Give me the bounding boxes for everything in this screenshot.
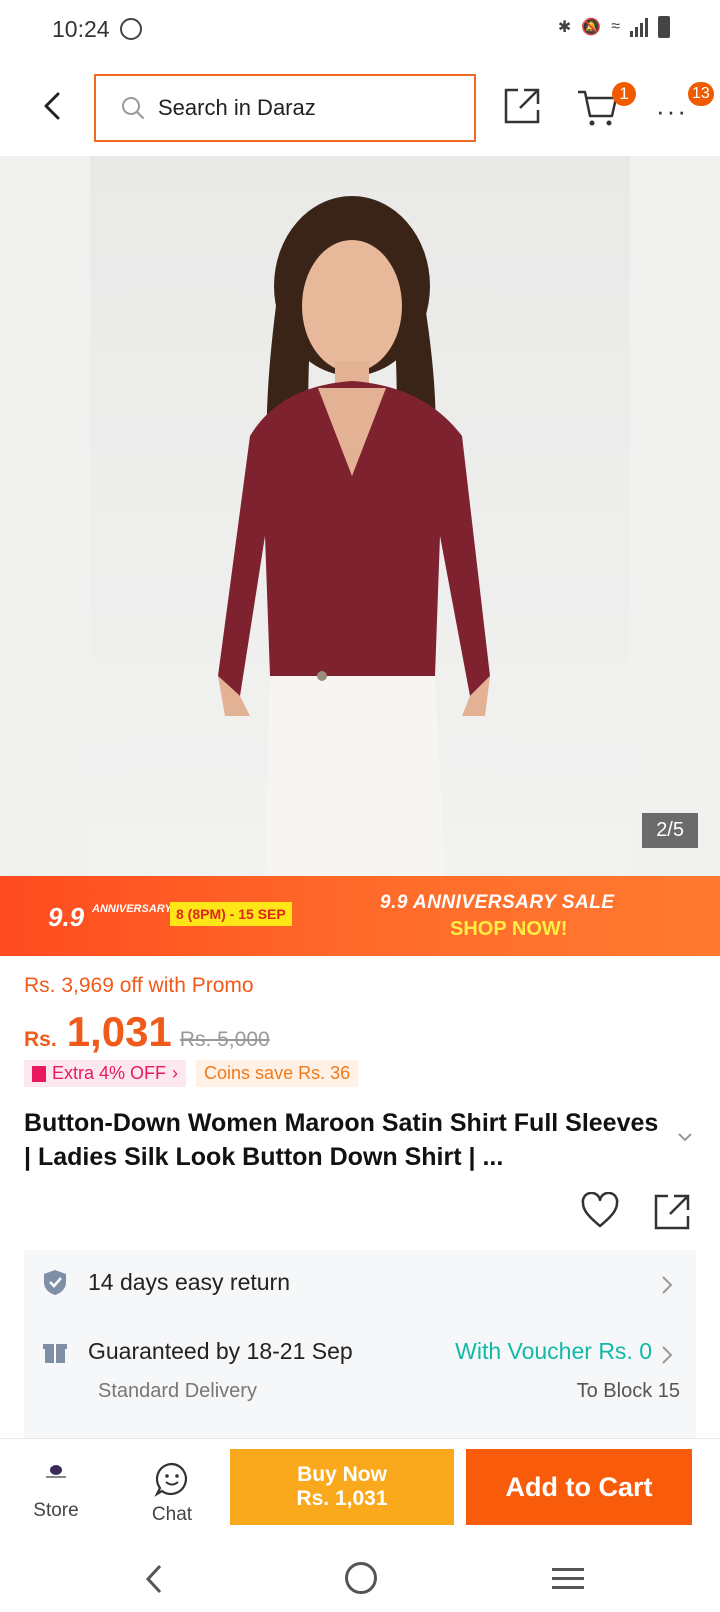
store-label: Store [33, 1500, 79, 1521]
coins-tag: Coins save Rs. 36 [196, 1060, 359, 1087]
voucher-icon [32, 1065, 46, 1082]
heart-icon [581, 1191, 619, 1228]
delivery-location[interactable]: To Block 15 [577, 1380, 680, 1403]
signal-icon [630, 17, 648, 37]
chat-button[interactable]: Chat [136, 1461, 208, 1526]
delivery-type: Standard Delivery [98, 1380, 257, 1402]
top-bar: Search in Daraz 1 ··· 13 [0, 60, 720, 154]
bluetooth-icon: ✱ [557, 19, 572, 36]
nav-menu-icon[interactable] [552, 1566, 584, 1590]
delivery-estimate-text: Guaranteed by 18-21 Sep [88, 1338, 353, 1364]
share-button[interactable] [502, 86, 542, 126]
more-menu-button[interactable]: ··· [656, 96, 688, 127]
return-policy-row[interactable]: 14 days easy return [42, 1268, 290, 1296]
whatsapp-icon [119, 18, 142, 40]
notification-count-badge: 13 [688, 82, 714, 106]
model-image [218, 196, 490, 876]
buy-now-button[interactable]: Buy Now Rs. 1,031 [230, 1449, 454, 1525]
chat-icon [154, 1462, 188, 1497]
service-info-card: 14 days easy return Guaranteed by 18-21 … [24, 1250, 696, 1438]
mute-icon: 🔕 [581, 19, 602, 36]
back-button[interactable] [34, 86, 74, 126]
promo-banner[interactable]: 9.9 ANNIVERSARY SALE 8 (8PM) - 15 SEP 9.… [0, 876, 720, 956]
extra-off-tag[interactable]: Extra 4% OFF › [24, 1060, 187, 1087]
search-placeholder: Search in Daraz [158, 95, 316, 120]
return-policy-text: 14 days easy return [88, 1268, 291, 1295]
battery-icon [658, 16, 670, 38]
share-icon [504, 88, 540, 124]
nav-back-icon[interactable] [140, 1562, 168, 1596]
extra-off-label: Extra 4% OFF [52, 1063, 167, 1083]
discount-tags: Extra 4% OFF › Coins save Rs. 36 [24, 1060, 359, 1087]
buy-now-label: Buy Now [297, 1463, 387, 1486]
shop-now-link[interactable]: SHOP NOW! [450, 918, 567, 941]
wifi-icon: ≈ [611, 18, 620, 35]
store-button[interactable]: Store [20, 1463, 92, 1522]
status-icons: ✱ 🔕 ≈ [558, 16, 670, 38]
chevron-right-icon [662, 1346, 673, 1364]
system-nav-bar [0, 1548, 720, 1612]
price-row: Rs. 1,031 Rs. 5,000 [24, 1008, 270, 1056]
price-currency: Rs. [24, 1028, 57, 1051]
chat-label: Chat [151, 1504, 193, 1525]
promo-discount-text: Rs. 3,969 off with Promo [24, 974, 254, 997]
voucher-text[interactable]: With Voucher Rs. 0 [455, 1338, 652, 1365]
expand-title-icon[interactable] [676, 1128, 694, 1146]
cart-count-badge: 1 [612, 82, 636, 106]
gift-box-icon [43, 1343, 67, 1363]
shield-check-icon [44, 1270, 66, 1295]
original-price: Rs. 5,000 [179, 1028, 270, 1051]
image-counter: 2/5 [642, 813, 698, 848]
status-time: 10:24 [52, 15, 110, 42]
sale-title: 9.9 ANNIVERSARY SALE [380, 892, 615, 913]
wishlist-button[interactable] [580, 1191, 620, 1230]
share-product-button[interactable] [652, 1192, 692, 1232]
bottom-action-bar: Store Chat Buy Now Rs. 1,031 Add to Cart [0, 1438, 720, 1548]
search-input[interactable]: Search in Daraz [94, 74, 476, 142]
current-price: 1,031 [66, 1008, 172, 1055]
product-image-gallery[interactable]: 2/5 [0, 156, 720, 876]
search-icon [122, 97, 144, 119]
store-logo-icon [46, 1465, 66, 1478]
sale-logo: 9.9 [48, 902, 85, 932]
sale-dates: 8 (8PM) - 15 SEP [170, 902, 292, 926]
chevron-right-icon [662, 1276, 673, 1294]
product-photo [90, 156, 630, 876]
buy-now-price: Rs. 1,031 [296, 1487, 388, 1510]
chevron-left-icon [44, 92, 60, 120]
add-to-cart-button[interactable]: Add to Cart [466, 1449, 692, 1525]
chevron-right-icon: › [172, 1063, 179, 1083]
delivery-row[interactable]: Guaranteed by 18-21 Sep [42, 1338, 353, 1365]
share-icon [654, 1194, 690, 1230]
product-title: Button-Down Women Maroon Satin Shirt Ful… [24, 1109, 659, 1171]
nav-home-icon[interactable] [345, 1562, 377, 1594]
